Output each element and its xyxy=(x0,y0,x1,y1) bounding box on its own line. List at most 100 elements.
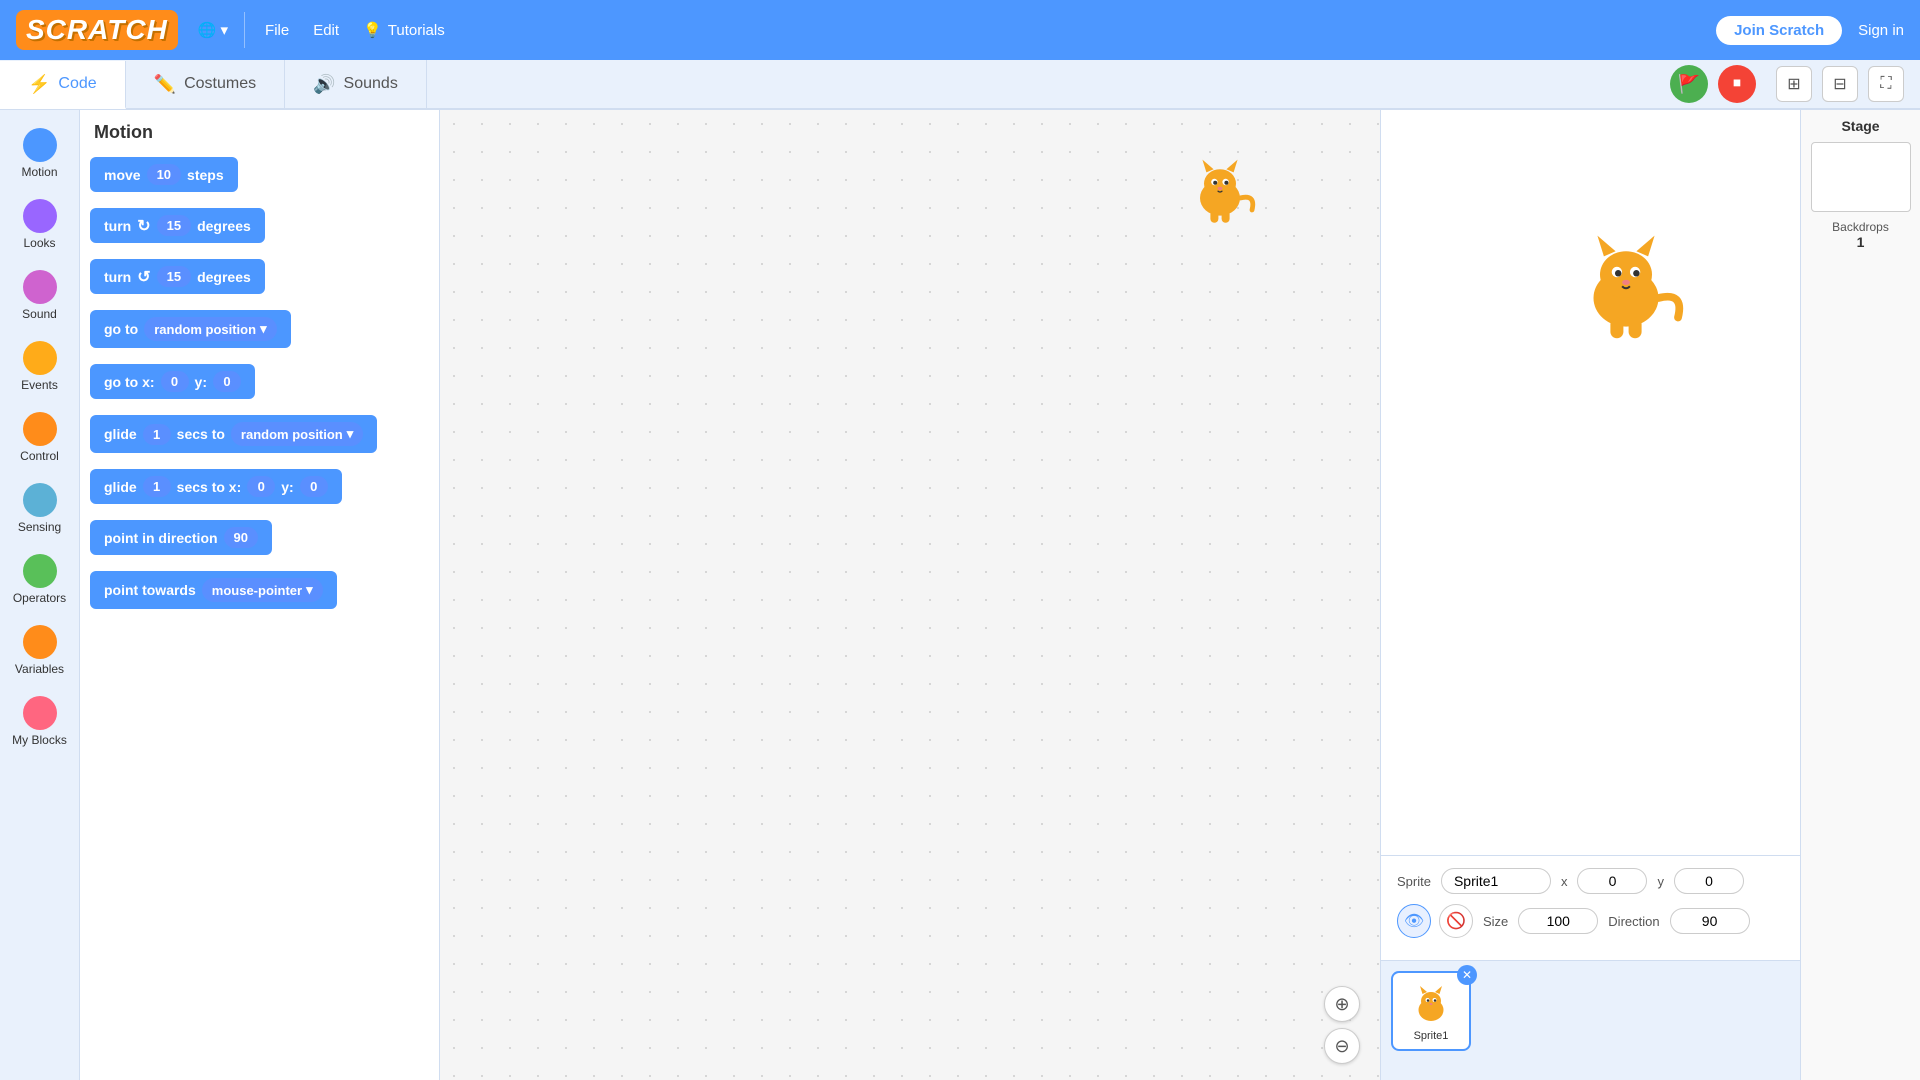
turn-cw-label: turn xyxy=(104,218,131,234)
backdrops-label: Backdrops xyxy=(1832,220,1889,234)
variables-dot xyxy=(23,625,57,659)
tutorials-button[interactable]: 💡 Tutorials xyxy=(351,21,457,39)
zoom-in-icon: ⊕ xyxy=(1334,994,1349,1015)
goto-label: go to xyxy=(104,321,138,337)
globe-button[interactable]: 🌐 ▾ xyxy=(198,21,228,39)
x-input[interactable] xyxy=(1577,868,1647,894)
goto-xy-block[interactable]: go to x: 0 y: 0 xyxy=(90,364,255,399)
point-dir-input[interactable]: 90 xyxy=(224,527,258,548)
zoom-out-button[interactable]: ⊖ xyxy=(1324,1028,1360,1064)
turn-ccw-block[interactable]: turn ↺ 15 degrees xyxy=(90,259,265,294)
category-sidebar: Motion Looks Sound Events Control Sensin… xyxy=(0,110,80,1080)
goto-dropdown[interactable]: random position ▾ xyxy=(144,317,276,341)
logo-text: SCRATCH xyxy=(16,10,178,50)
block-goto-random[interactable]: go to random position ▾ xyxy=(90,310,429,356)
steps-input[interactable]: 10 xyxy=(147,164,181,185)
stage-panel-title: Stage xyxy=(1841,118,1879,134)
goto-random-block[interactable]: go to random position ▾ xyxy=(90,310,291,348)
stop-button[interactable]: ⏹ xyxy=(1718,65,1756,103)
point-towards-block[interactable]: point towards mouse-pointer ▾ xyxy=(90,571,337,609)
sidebar-item-operators[interactable]: Operators xyxy=(2,546,78,613)
direction-input[interactable] xyxy=(1670,908,1750,934)
sprite-thumb-label: Sprite1 xyxy=(1414,1030,1449,1042)
operators-label: Operators xyxy=(13,591,66,605)
green-flag-button[interactable]: 🚩 xyxy=(1670,65,1708,103)
glide-xy-x-input[interactable]: 0 xyxy=(247,476,275,497)
turn-ccw-suffix: degrees xyxy=(197,269,251,285)
glide-xy-block[interactable]: glide 1 secs to x: 0 y: 0 xyxy=(90,469,342,504)
myblocks-label: My Blocks xyxy=(12,733,67,747)
point-direction-block[interactable]: point in direction 90 xyxy=(90,520,272,555)
goto-x-input[interactable]: 0 xyxy=(161,371,189,392)
layout-button-1[interactable]: ⊞ xyxy=(1776,66,1812,102)
layout2-icon: ⊟ xyxy=(1833,74,1846,94)
size-input[interactable] xyxy=(1518,908,1598,934)
stage-preview[interactable] xyxy=(1381,110,1800,855)
sign-in-button[interactable]: Sign in xyxy=(1858,22,1904,39)
glide-random-block[interactable]: glide 1 secs to random position ▾ xyxy=(90,415,377,453)
point-towards-dropdown[interactable]: mouse-pointer ▾ xyxy=(202,578,323,602)
sidebar-item-looks[interactable]: Looks xyxy=(2,191,78,258)
globe-icon: 🌐 xyxy=(198,21,217,39)
sidebar-item-motion[interactable]: Motion xyxy=(2,120,78,187)
glide-xy-input[interactable]: 1 xyxy=(143,476,171,497)
y-input[interactable] xyxy=(1674,868,1744,894)
fullscreen-button[interactable]: ⛶ xyxy=(1868,66,1904,102)
zoom-controls: ⊕ ⊖ xyxy=(1324,986,1360,1064)
tab-code[interactable]: ⚡ Code xyxy=(0,61,126,109)
scratch-logo[interactable]: SCRATCH xyxy=(16,10,178,50)
top-navigation: SCRATCH 🌐 ▾ File Edit 💡 Tutorials Join S… xyxy=(0,0,1920,60)
move-steps-block[interactable]: move 10 steps xyxy=(90,157,238,192)
block-goto-xy[interactable]: go to x: 0 y: 0 xyxy=(90,364,429,407)
events-label: Events xyxy=(21,378,58,392)
turn-cw-block[interactable]: turn ↻ 15 degrees xyxy=(90,208,265,243)
goto-y-input[interactable]: 0 xyxy=(213,371,241,392)
join-scratch-button[interactable]: Join Scratch xyxy=(1716,16,1842,45)
block-move-steps[interactable]: move 10 steps xyxy=(90,157,429,200)
sprite-thumb-close[interactable]: ✕ xyxy=(1457,965,1477,985)
block-turn-ccw[interactable]: turn ↺ 15 degrees xyxy=(90,259,429,302)
sidebar-item-myblocks[interactable]: My Blocks xyxy=(2,688,78,755)
costumes-icon: ✏️ xyxy=(154,74,176,95)
glide-xy-y-input[interactable]: 0 xyxy=(300,476,328,497)
sidebar-item-sound[interactable]: Sound xyxy=(2,262,78,329)
turn-ccw-input[interactable]: 15 xyxy=(157,266,191,287)
nav-separator xyxy=(244,12,245,48)
tab-sounds[interactable]: 🔊 Sounds xyxy=(285,60,427,108)
glide-xy-label: glide xyxy=(104,479,137,495)
sidebar-item-variables[interactable]: Variables xyxy=(2,617,78,684)
edit-menu[interactable]: Edit xyxy=(301,22,351,39)
point-towards-dropdown-value: mouse-pointer xyxy=(212,583,302,598)
sprite-name-row: Sprite x y xyxy=(1397,868,1784,894)
turn-cw-suffix: degrees xyxy=(197,218,251,234)
stage-backdrop-thumbnail[interactable] xyxy=(1811,142,1911,212)
turn-cw-input[interactable]: 15 xyxy=(157,215,191,236)
script-area[interactable]: ⊕ ⊖ xyxy=(440,110,1380,1080)
stage-cat-svg xyxy=(1561,220,1691,350)
zoom-in-button[interactable]: ⊕ xyxy=(1324,986,1360,1022)
looks-label: Looks xyxy=(23,236,55,250)
sidebar-item-sensing[interactable]: Sensing xyxy=(2,475,78,542)
zoom-out-icon: ⊖ xyxy=(1334,1036,1349,1057)
goto-dropdown-arrow: ▾ xyxy=(260,321,267,337)
block-glide-xy[interactable]: glide 1 secs to x: 0 y: 0 xyxy=(90,469,429,512)
sprite-name-input[interactable] xyxy=(1441,868,1551,894)
tab-costumes[interactable]: ✏️ Costumes xyxy=(126,60,285,108)
size-label: Size xyxy=(1483,914,1508,929)
sprite-thumb-sprite1[interactable]: ✕ Sprite1 xyxy=(1391,971,1471,1051)
glide-random-dropdown[interactable]: random position ▾ xyxy=(231,422,363,446)
globe-chevron: ▾ xyxy=(221,21,229,39)
layout-button-2[interactable]: ⊟ xyxy=(1822,66,1858,102)
tutorials-label: Tutorials xyxy=(388,22,445,39)
hide-sprite-button[interactable]: 🚫 xyxy=(1439,904,1473,938)
sidebar-item-events[interactable]: Events xyxy=(2,333,78,400)
block-point-towards[interactable]: point towards mouse-pointer ▾ xyxy=(90,571,429,617)
glide-random-input[interactable]: 1 xyxy=(143,424,171,445)
block-point-direction[interactable]: point in direction 90 xyxy=(90,520,429,563)
block-glide-random[interactable]: glide 1 secs to random position ▾ xyxy=(90,415,429,461)
block-turn-cw[interactable]: turn ↻ 15 degrees xyxy=(90,208,429,251)
steps-suffix: steps xyxy=(187,167,224,183)
file-menu[interactable]: File xyxy=(253,22,301,39)
show-sprite-button[interactable]: 👁 xyxy=(1397,904,1431,938)
sidebar-item-control[interactable]: Control xyxy=(2,404,78,471)
